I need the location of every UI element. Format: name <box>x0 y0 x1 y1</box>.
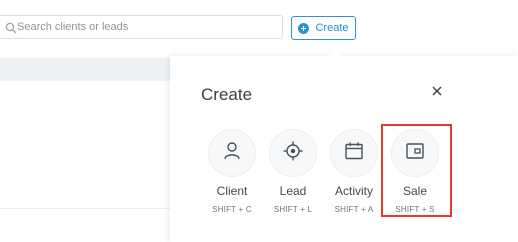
search-input[interactable] <box>17 18 272 36</box>
sale-shortcut: SHIFT + S <box>395 205 435 214</box>
popover-title: Create <box>201 85 253 104</box>
create-activity-option[interactable]: Activity SHIFT + A <box>326 129 382 221</box>
activity-shortcut: SHIFT + A <box>334 205 374 214</box>
top-bar: Create <box>0 0 518 58</box>
popover-arrow <box>327 49 343 57</box>
client-label: Client <box>216 184 248 198</box>
client-shortcut: SHIFT + C <box>212 205 252 214</box>
person-icon <box>221 140 243 167</box>
sale-circle <box>391 129 439 177</box>
create-button[interactable]: Create <box>291 16 356 40</box>
lead-circle <box>269 129 317 177</box>
sale-label: Sale <box>402 184 428 198</box>
search-box[interactable] <box>0 15 283 39</box>
create-lead-option[interactable]: Lead SHIFT + L <box>265 129 321 221</box>
lead-label: Lead <box>279 184 307 198</box>
create-sale-option[interactable]: Sale SHIFT + S <box>387 129 443 221</box>
lead-shortcut: SHIFT + L <box>273 205 313 214</box>
target-icon <box>282 140 304 167</box>
divider <box>0 208 170 209</box>
activity-circle <box>330 129 378 177</box>
plus-circle-icon <box>298 22 310 34</box>
activity-label: Activity <box>334 184 373 198</box>
calendar-icon <box>343 140 365 167</box>
create-popover: Create Client SHIFT + C Lead SHIFT + L A… <box>170 49 518 242</box>
client-circle <box>208 129 256 177</box>
wallet-icon <box>404 140 426 167</box>
create-button-label: Create <box>315 22 349 34</box>
close-icon[interactable] <box>430 84 444 98</box>
search-icon <box>5 21 17 34</box>
create-client-option[interactable]: Client SHIFT + C <box>204 129 260 221</box>
